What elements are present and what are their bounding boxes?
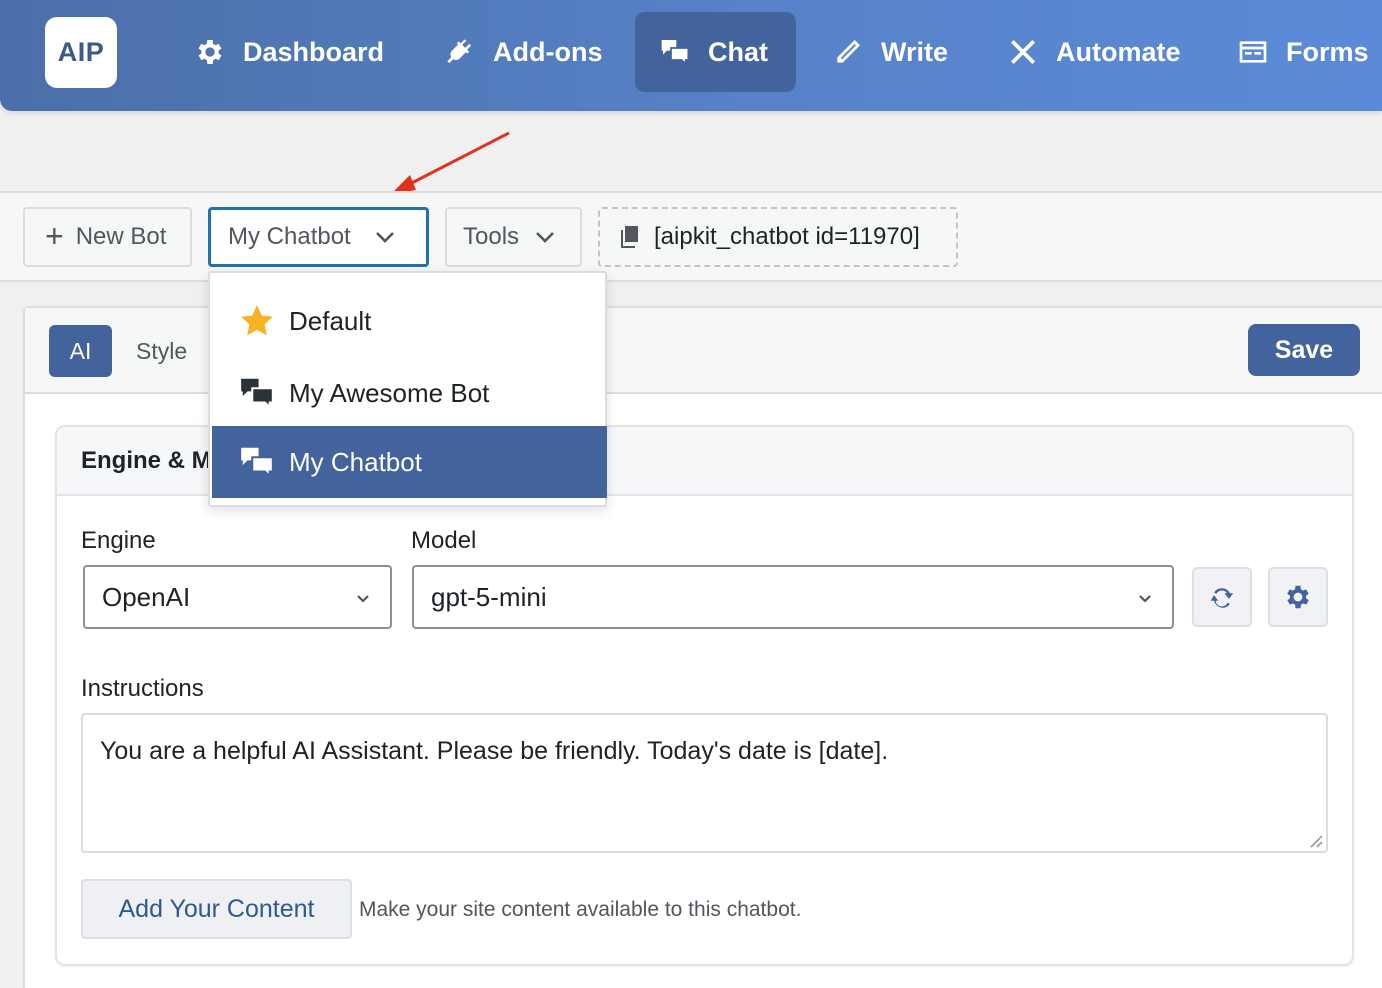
gear-icon: [1287, 585, 1309, 609]
resize-handle-icon[interactable]: [1309, 834, 1323, 848]
dropdown-item-label: My Awesome Bot: [289, 377, 490, 408]
instructions-label: Instructions: [81, 675, 204, 702]
instructions-textarea[interactable]: You are a helpful AI Assistant. Please b…: [81, 713, 1328, 853]
chevron-down-icon: [1139, 595, 1151, 603]
chat-bubbles-icon: [241, 378, 274, 410]
nav-write[interactable]: Write: [808, 12, 972, 92]
plug-icon: [447, 39, 472, 64]
gear-icon: [198, 40, 222, 64]
model-label: Model: [411, 527, 477, 554]
nav-chat[interactable]: Chat: [635, 12, 796, 92]
card-title: Engine & Model: [81, 447, 211, 474]
dropdown-item-label: Default: [289, 305, 372, 336]
plus-icon: +: [45, 217, 64, 254]
copy-icon: [621, 226, 638, 248]
model-value: gpt-5-mini: [431, 581, 547, 612]
dropdown-item-my-awesome-bot[interactable]: My Awesome Bot: [212, 357, 607, 429]
chevron-down-icon: [375, 232, 394, 243]
model-settings-button[interactable]: [1268, 567, 1328, 627]
form-icon: [1239, 41, 1267, 63]
nav-label: Automate: [1056, 36, 1181, 67]
tab-style[interactable]: Style: [136, 325, 187, 377]
nav-label: Chat: [708, 36, 768, 67]
engine-select[interactable]: OpenAI: [83, 565, 392, 629]
bot-select[interactable]: My Chatbot: [208, 207, 429, 267]
chevron-down-icon: [536, 232, 554, 243]
dropdown-item-label: My Chatbot: [289, 446, 422, 477]
bot-select-value: My Chatbot: [228, 223, 351, 250]
shortcode-copy[interactable]: [aipkit_chatbot id=11970]: [598, 207, 958, 267]
chevron-down-icon: [357, 595, 369, 603]
save-button[interactable]: Save: [1248, 324, 1360, 376]
tools-label: Tools: [463, 223, 520, 250]
nav-label: Add-ons: [493, 36, 603, 67]
refresh-icon: [1210, 588, 1234, 608]
shortcode-text: [aipkit_chatbot id=11970]: [654, 223, 920, 250]
nav-label: Dashboard: [243, 36, 385, 67]
engine-label: Engine: [81, 527, 156, 554]
pencil-icon: [837, 40, 860, 63]
bot-dropdown-menu: Default My Awesome Bot My Chatbot: [208, 271, 607, 507]
top-navigation: AIP Dashboard Add-ons Chat Write Automat…: [0, 0, 1382, 111]
app-logo[interactable]: AIP: [45, 17, 117, 88]
tools-icon: [1011, 40, 1035, 64]
refresh-models-button[interactable]: [1192, 567, 1252, 627]
chat-bubbles-icon: [241, 447, 274, 479]
instructions-text: You are a helpful AI Assistant. Please b…: [100, 737, 889, 765]
nav-automate[interactable]: Automate: [983, 12, 1205, 92]
tools-button[interactable]: Tools: [445, 207, 582, 267]
nav-label: Write: [881, 36, 949, 67]
dropdown-item-my-chatbot[interactable]: My Chatbot: [212, 426, 607, 498]
tab-ai[interactable]: AI: [49, 325, 112, 377]
nav-addons[interactable]: Add-ons: [420, 12, 626, 92]
star-icon: [241, 305, 273, 336]
new-bot-button[interactable]: + New Bot: [23, 207, 192, 267]
model-select[interactable]: gpt-5-mini: [412, 565, 1174, 629]
dropdown-item-default[interactable]: Default: [212, 285, 607, 357]
new-bot-label: New Bot: [75, 223, 167, 250]
nav-forms[interactable]: Forms: [1213, 12, 1382, 92]
nav-dashboard[interactable]: Dashboard: [170, 12, 408, 92]
nav-label: Forms: [1286, 36, 1369, 67]
add-content-button[interactable]: Add Your Content: [81, 879, 352, 939]
chat-bubbles-icon: [661, 40, 690, 67]
add-content-hint: Make your site content available to this…: [359, 898, 802, 921]
engine-value: OpenAI: [102, 581, 191, 612]
